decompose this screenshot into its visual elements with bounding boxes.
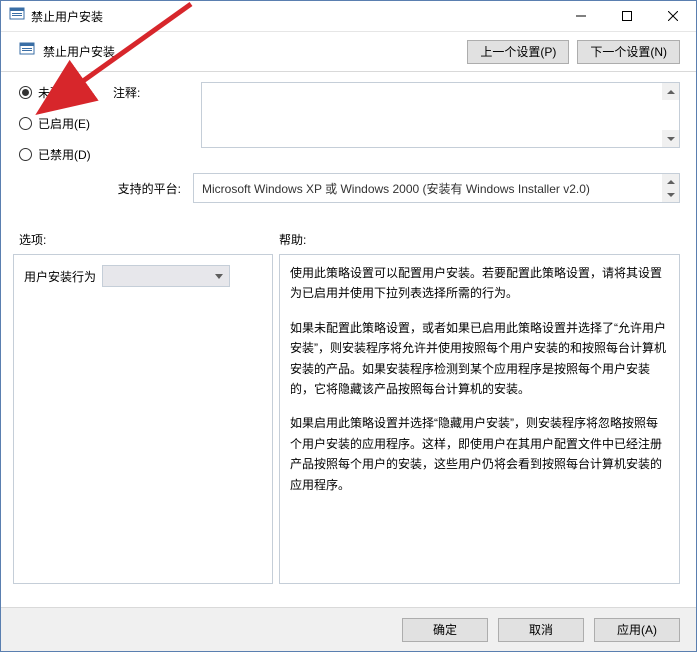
help-paragraph: 使用此策略设置可以配置用户安装。若要配置此策略设置，请将其设置为已启用并使用下拉… [290,263,669,304]
dialog-footer: 确定 取消 应用(A) [1,607,696,651]
radio-group: 未配置(C) 已启用(E) 已禁用(D) [19,82,105,163]
radio-enabled[interactable]: 已启用(E) [19,115,105,132]
policy-icon [19,41,35,62]
header-left: 禁止用户安装 [19,41,115,62]
user-install-behavior-combobox[interactable] [102,265,230,287]
option-label: 用户安装行为 [24,268,96,285]
section-labels: 选项: 帮助: [1,213,696,254]
radio-disabled[interactable]: 已禁用(D) [19,146,105,163]
minimize-button[interactable] [558,1,604,32]
titlebar-left: 禁止用户安装 [9,6,103,27]
comment-label: 注释: [113,82,193,163]
cancel-button[interactable]: 取消 [498,618,584,642]
header-title: 禁止用户安装 [43,43,115,60]
window-title: 禁止用户安装 [31,8,103,25]
window-controls [558,1,696,32]
dialog-window: 禁止用户安装 禁止用户安装 上一个设置(P) 下一个设置(N) [0,0,697,652]
option-row-user-install-behavior: 用户安装行为 [24,265,262,287]
help-paragraph: 如果未配置此策略设置，或者如果已启用此策略设置并选择了“允许用户安装”，则安装程… [290,318,669,400]
platform-row: 支持的平台: Microsoft Windows XP 或 Windows 20… [1,167,696,213]
radio-label: 已启用(E) [38,115,90,132]
radio-dot-icon [19,117,32,130]
radio-label: 未配置(C) [38,84,91,101]
help-pane[interactable]: 使用此策略设置可以配置用户安装。若要配置此策略设置，请将其设置为已启用并使用下拉… [279,254,680,584]
header-row: 禁止用户安装 上一个设置(P) 下一个设置(N) [1,32,696,72]
maximize-button[interactable] [604,1,650,32]
options-section-label: 选项: [19,231,279,248]
next-setting-button[interactable]: 下一个设置(N) [577,40,680,64]
config-area: 未配置(C) 已启用(E) 已禁用(D) 注释: [1,72,696,167]
radio-dot-icon [19,86,32,99]
help-section-label: 帮助: [279,231,306,248]
titlebar: 禁止用户安装 [1,1,696,32]
radio-not-configured[interactable]: 未配置(C) [19,84,105,101]
platform-value: Microsoft Windows XP 或 Windows 2000 (安装有… [202,180,590,197]
radio-label: 已禁用(D) [38,146,91,163]
scroll-down-icon[interactable] [662,187,679,202]
nav-buttons: 上一个设置(P) 下一个设置(N) [467,40,686,64]
previous-setting-button[interactable]: 上一个设置(P) [467,40,569,64]
close-button[interactable] [650,1,696,32]
ok-button[interactable]: 确定 [402,618,488,642]
apply-button[interactable]: 应用(A) [594,618,680,642]
scroll-down-icon[interactable] [662,130,679,147]
lower-panes: 用户安装行为 使用此策略设置可以配置用户安装。若要配置此策略设置，请将其设置为已… [1,254,696,584]
scroll-up-icon[interactable] [662,83,679,100]
radio-dot-icon [19,148,32,161]
comment-textarea[interactable] [201,82,680,148]
options-pane: 用户安装行为 [13,254,273,584]
app-icon [9,6,25,27]
help-paragraph: 如果启用此策略设置并选择“隐藏用户安装”，则安装程序将忽略按照每个用户安装的应用… [290,413,669,495]
platform-label: 支持的平台: [19,180,185,197]
platform-textbox[interactable]: Microsoft Windows XP 或 Windows 2000 (安装有… [193,173,680,203]
